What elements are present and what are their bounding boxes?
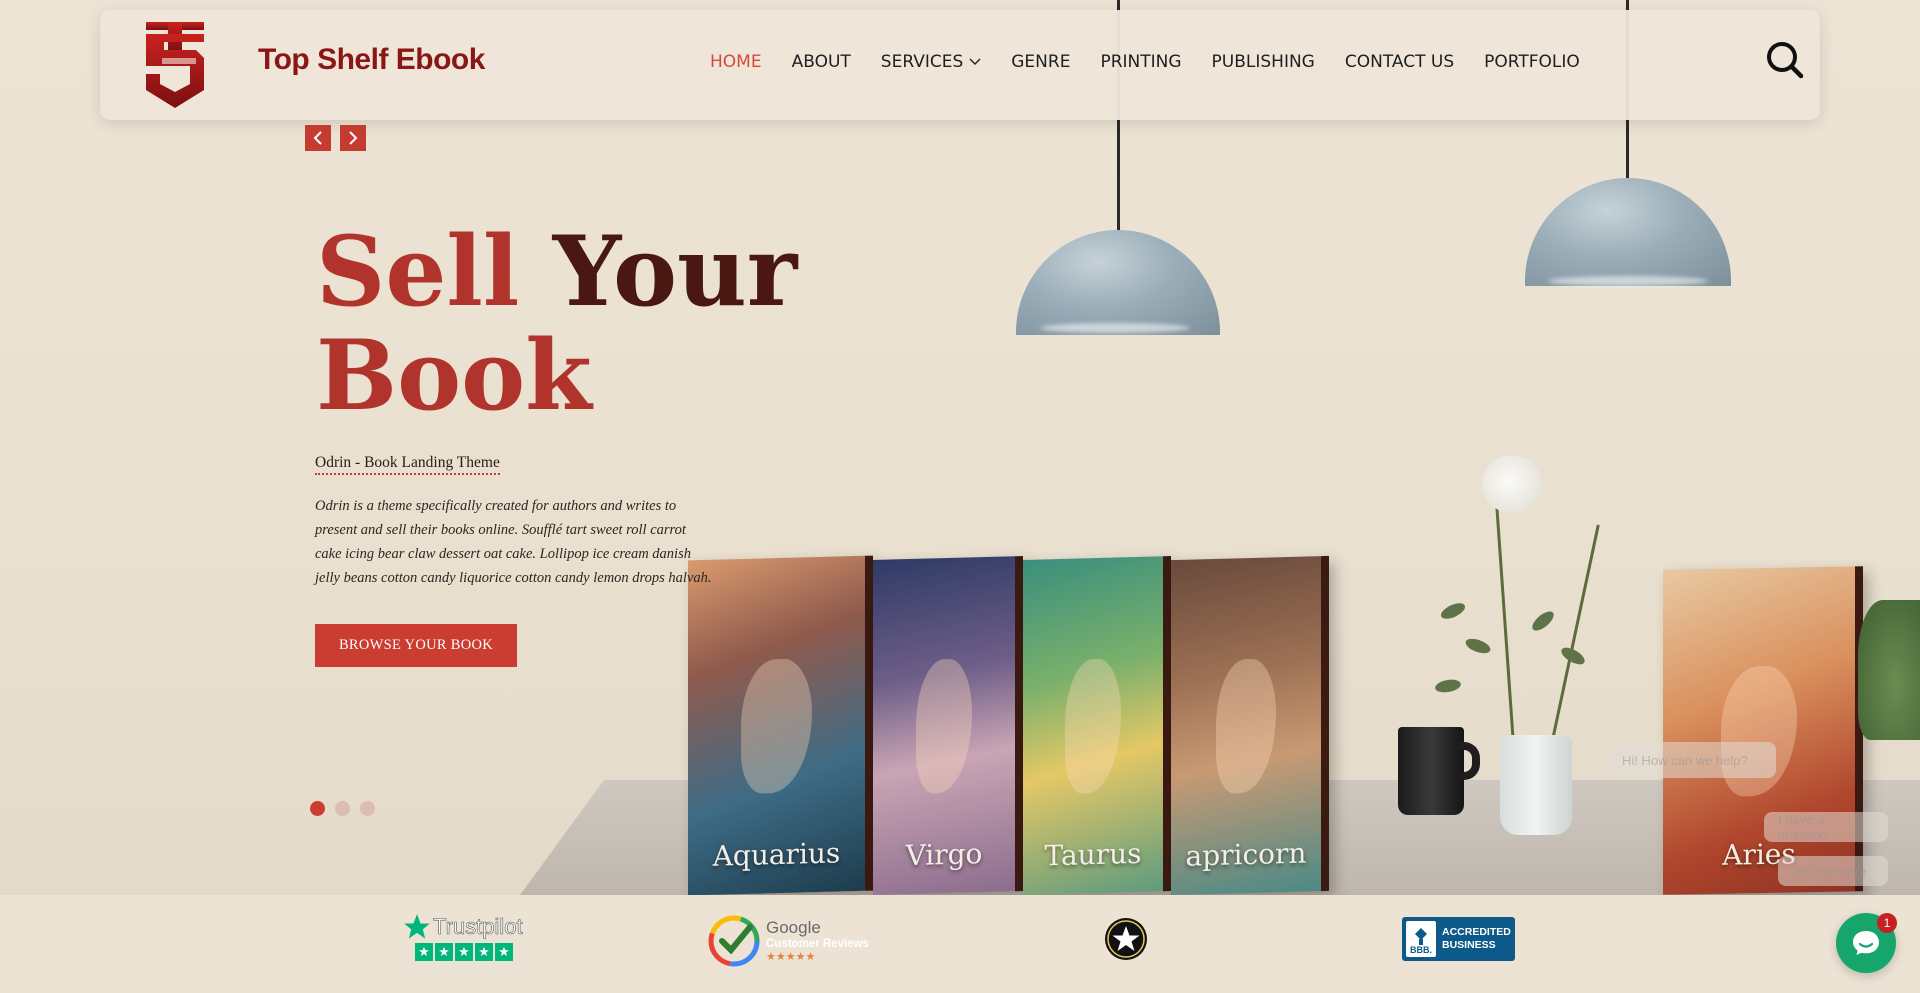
chevron-left-icon: [313, 131, 322, 145]
book-title: Taurus: [1044, 836, 1142, 873]
chevron-right-icon: [349, 131, 358, 145]
nav-contact-us[interactable]: CONTACT US: [1345, 52, 1454, 72]
nav-label: CONTACT US: [1344, 52, 1455, 72]
nav-label: GENRE: [1011, 52, 1071, 72]
browse-book-button[interactable]: BROWSE YOUR BOOK: [315, 624, 517, 667]
bbb-accredited-badge[interactable]: BBB. ACCREDITED BUSINESS: [1402, 917, 1515, 961]
google-label: Google: [766, 918, 821, 937]
google-stars: ★★★★★: [766, 951, 816, 963]
bbb-label-line2: BUSINESS: [1442, 939, 1496, 951]
nav-label: PRINTING: [1100, 52, 1182, 72]
quick-reply-label: Tell me more: [1792, 863, 1867, 879]
nav-label: PORTFOLIO: [1484, 52, 1580, 72]
quick-reply-label: I have a question: [1778, 812, 1828, 842]
book-cover: Aries: [1663, 566, 1863, 895]
nav-label: PUBLISHING: [1211, 52, 1315, 72]
hero-title-word: Your: [552, 215, 798, 328]
book-title: apricorn: [1185, 836, 1307, 873]
chat-greeting-text: Hi! How can we help?: [1622, 752, 1748, 768]
pendant-lamp: [1525, 178, 1731, 286]
slider-dot-3[interactable]: [360, 801, 375, 816]
chat-bubble-icon: [1853, 931, 1879, 955]
trustpilot-badge[interactable]: Trustpilot ★ ★ ★ ★ ★: [403, 913, 523, 965]
hero-section: Aquarius Virgo Taurus apricorn Aries Hi!…: [0, 0, 1920, 895]
nav-services[interactable]: SERVICES: [881, 52, 981, 72]
trustpilot-stars: ★ ★ ★ ★ ★: [415, 943, 523, 961]
slider-prev-button[interactable]: [305, 125, 331, 151]
chevron-down-icon: [969, 58, 981, 65]
lamp-highlight: [1040, 323, 1190, 333]
review-star-badge[interactable]: [1104, 917, 1148, 961]
coffee-mug: [1398, 727, 1464, 815]
logo-icon[interactable]: [140, 20, 210, 110]
nav-label: HOME: [710, 52, 762, 72]
white-rose: [1482, 455, 1542, 513]
hero-subtitle-link[interactable]: Odrin - Book Landing Theme: [315, 454, 500, 475]
trust-badges-strip: Trustpilot ★ ★ ★ ★ ★ Google Customer Rev…: [0, 895, 1920, 993]
leaf: [1463, 635, 1493, 657]
hero-title-word: Sell: [316, 215, 520, 328]
nav-publishing[interactable]: PUBLISHING: [1212, 52, 1315, 72]
book-cover: Taurus: [1023, 556, 1171, 895]
slider-dot-1[interactable]: [310, 801, 325, 816]
leaf: [1438, 600, 1468, 622]
flower-stem: [1550, 524, 1600, 746]
hero-description: Odrin is a theme specifically created fo…: [315, 498, 712, 586]
book-art: [741, 657, 812, 794]
hero-title-word: Book: [316, 319, 592, 432]
star-icon: [404, 914, 430, 939]
nav-genre[interactable]: GENRE: [1011, 52, 1070, 72]
quick-reply-question[interactable]: I have a question: [1764, 812, 1888, 842]
book-cover: Virgo: [873, 556, 1023, 895]
hero-title: Sell Your Book: [316, 220, 816, 428]
nav-home[interactable]: HOME: [710, 52, 762, 72]
pendant-lamp: [1016, 230, 1220, 335]
nav-label: ABOUT: [791, 52, 851, 72]
book-art: [1216, 657, 1276, 794]
trustpilot-label: Trustpilot: [433, 914, 523, 940]
potted-plant: [1858, 600, 1920, 740]
nav-printing[interactable]: PRINTING: [1100, 52, 1181, 72]
slider-pagination: [310, 801, 375, 816]
flower-vase: [1500, 735, 1572, 835]
google-check-icon: [708, 915, 760, 967]
chat-unread-badge: 1: [1877, 913, 1897, 933]
book-art: [1065, 657, 1121, 794]
book-title: Aquarius: [712, 836, 841, 873]
mug-handle: [1458, 742, 1480, 780]
leaf: [1434, 677, 1462, 695]
nav-about[interactable]: ABOUT: [792, 52, 851, 72]
book-art: [915, 657, 973, 794]
bbb-logo: BBB.: [1406, 921, 1436, 957]
chat-greeting-bubble: Hi! How can we help?: [1608, 742, 1776, 778]
lamp-highlight: [1548, 276, 1708, 286]
slider-next-button[interactable]: [340, 125, 366, 151]
brand-name[interactable]: Top Shelf Ebook: [258, 43, 485, 77]
slider-dot-2[interactable]: [335, 801, 350, 816]
quick-reply-more[interactable]: Tell me more: [1778, 856, 1888, 886]
leaf: [1529, 608, 1557, 634]
flower-stem: [1495, 505, 1515, 746]
bbb-logo-text: BBB.: [1410, 945, 1432, 955]
bbb-label-line1: ACCREDITED: [1442, 926, 1511, 938]
main-nav: HOME ABOUT SERVICES GENRE PRINTING PUBLI…: [710, 52, 1580, 72]
search-icon[interactable]: [1765, 40, 1805, 80]
google-sublabel: Customer Reviews: [766, 938, 869, 950]
site-header: Top Shelf Ebook HOME ABOUT SERVICES GENR…: [100, 10, 1820, 120]
book-cover: Aquarius: [688, 555, 873, 895]
book-title: Virgo: [905, 837, 983, 873]
bbb-torch-icon: [1415, 928, 1427, 945]
nav-portfolio[interactable]: PORTFOLIO: [1484, 52, 1580, 72]
google-reviews-badge[interactable]: Google Customer Reviews ★★★★★: [706, 913, 886, 969]
nav-label: SERVICES: [880, 52, 964, 72]
book-cover: apricorn: [1171, 555, 1329, 895]
